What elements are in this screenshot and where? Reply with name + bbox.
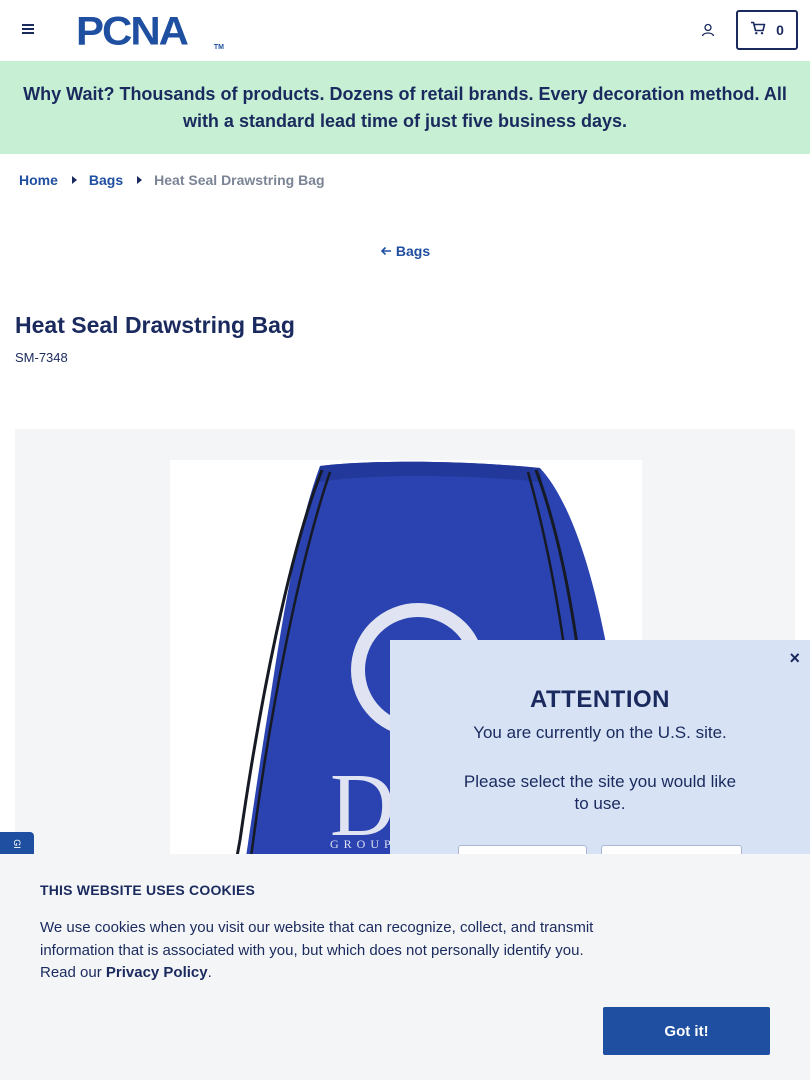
- side-feedback-tab[interactable]: GI: [0, 832, 34, 856]
- privacy-policy-link[interactable]: Privacy Policy: [106, 964, 208, 981]
- back-link-label: Bags: [395, 243, 431, 259]
- attention-select-site-text: Please select the site you would like to…: [463, 772, 737, 813]
- site-header: PCNA TM 0: [0, 0, 810, 61]
- product-title: Heat Seal Drawstring Bag: [15, 312, 295, 338]
- logo-text: PCNA: [76, 8, 189, 53]
- arrow-left-icon: [380, 243, 392, 259]
- breadcrumb-bags[interactable]: Bags: [89, 172, 123, 188]
- promo-text: Why Wait? Thousands of products. Dozens …: [23, 83, 787, 131]
- cookie-title: THIS WEBSITE USES COOKIES: [40, 882, 256, 898]
- cookie-message-end: .: [207, 964, 212, 981]
- close-icon[interactable]: ×: [789, 648, 800, 669]
- cart-count: 0: [776, 22, 784, 38]
- cookie-message: We use cookies when you visit our websit…: [40, 917, 600, 985]
- cart-button[interactable]: 0: [736, 10, 798, 50]
- attention-title: ATTENTION: [529, 686, 671, 713]
- product-sku: SM-7348: [15, 350, 68, 365]
- promo-banner: Why Wait? Thousands of products. Dozens …: [0, 61, 810, 154]
- cookie-banner: THIS WEBSITE USES COOKIES We use cookies…: [0, 854, 810, 1080]
- hamburger-menu-icon[interactable]: [20, 22, 36, 38]
- breadcrumb-home[interactable]: Home: [19, 172, 58, 188]
- back-link-row: Bags: [0, 243, 810, 259]
- back-to-bags-link[interactable]: Bags: [380, 243, 430, 259]
- caret-right-icon: [71, 176, 77, 184]
- breadcrumb-current: Heat Seal Drawstring Bag: [154, 172, 325, 188]
- caret-right-icon: [137, 176, 143, 184]
- site-selector-modal: × ATTENTION You are currently on the U.S…: [390, 640, 810, 859]
- shopping-cart-icon: [750, 21, 766, 40]
- logo-trademark: TM: [213, 44, 224, 51]
- side-tab-label: GI: [11, 839, 22, 849]
- accept-cookies-button[interactable]: Got it!: [603, 1007, 770, 1055]
- breadcrumb: Home Bags Heat Seal Drawstring Bag: [19, 172, 325, 188]
- bag-logo-subtext: GROUP: [330, 837, 396, 851]
- user-icon[interactable]: [700, 22, 716, 38]
- pcna-logo[interactable]: PCNA TM: [76, 9, 226, 53]
- attention-current-site-text: You are currently on the U.S. site.: [473, 723, 727, 742]
